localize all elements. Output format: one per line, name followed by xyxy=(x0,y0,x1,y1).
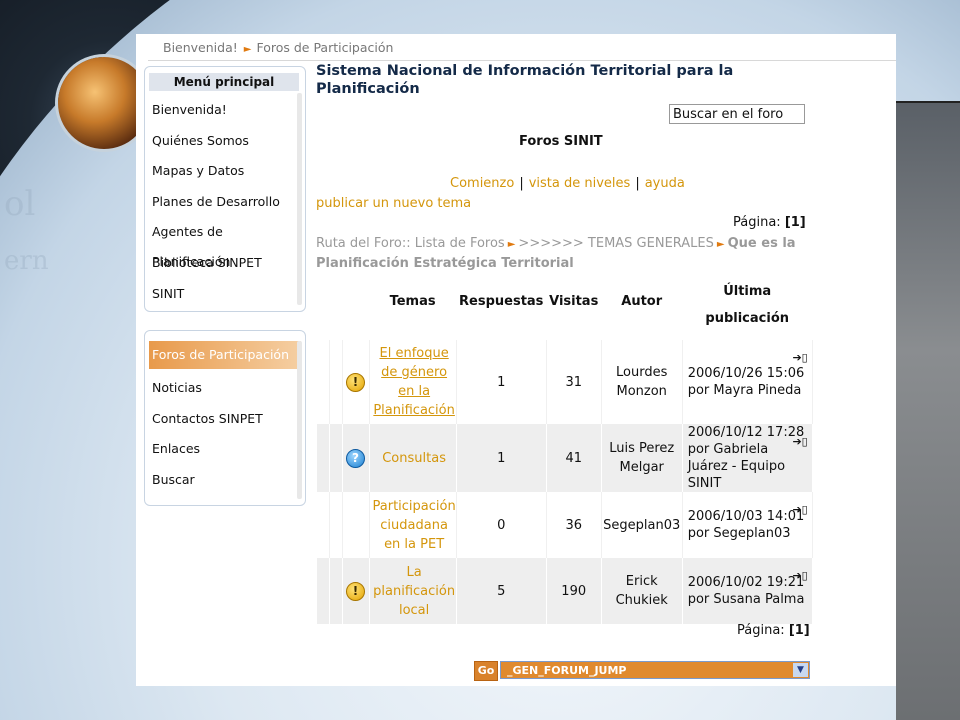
last-post-cell: 2006/10/26 15:06 por Mayra Pineda ➔▯ xyxy=(682,340,813,424)
header-topics: Temas xyxy=(389,293,436,309)
replies-count: 5 xyxy=(456,558,547,624)
pagination-bottom: Página: [1] xyxy=(737,623,810,638)
last-post-author: por Segeplan03 xyxy=(687,526,791,541)
secondary-menu: Foros de Participación Noticias Contacto… xyxy=(144,330,306,506)
replies-count: 0 xyxy=(456,492,547,558)
warning-icon: ! xyxy=(346,581,365,601)
forum-path-breadcrumb: Ruta del Foro:: Lista de Foros ► >>>>>> TE… xyxy=(316,234,816,273)
nav-separator: | xyxy=(635,176,640,191)
menu-item-planes-desarrollo[interactable]: Planes de Desarrollo xyxy=(145,187,305,218)
visits-count: 36 xyxy=(546,492,602,558)
main-menu: Menú principal Bienvenida! Quiénes Somos… xyxy=(144,66,306,312)
replies-count: 1 xyxy=(456,340,547,424)
background-decoration: ol xyxy=(4,184,36,224)
forum-jump-select[interactable]: _GEN_FORUM_JUMP ▼ xyxy=(500,661,810,679)
main-menu-title: Menú principal xyxy=(149,73,299,91)
breadcrumb: Bienvenida! ► Foros de Participación xyxy=(163,40,393,55)
chevron-down-icon[interactable]: ▼ xyxy=(793,663,808,677)
background-right-panel xyxy=(896,103,960,720)
header-replies: Respuestas xyxy=(459,293,544,309)
page-title: Sistema Nacional de Información Territor… xyxy=(316,63,734,97)
menu-item-biblioteca-sinpet[interactable]: Biblioteca SINPET xyxy=(145,248,305,279)
table-row: ? Consultas 1 41 Luis Perez Melgar 2006/… xyxy=(317,424,813,492)
main-menu-scrollbar[interactable] xyxy=(297,93,302,305)
last-post-cell: 2006/10/03 14:01 por Segeplan03 ➔▯ xyxy=(682,492,813,558)
table-row: ! El enfoque de género en la Planificaci… xyxy=(317,340,813,424)
last-post-date: 2006/10/26 15:06 xyxy=(687,366,805,381)
topic-link[interactable]: El enfoque de género en la Planificación xyxy=(369,340,457,424)
header-author: Autor xyxy=(621,293,663,309)
breadcrumb-home-link[interactable]: Bienvenida! xyxy=(163,40,238,55)
forum-path-prefix[interactable]: Ruta del Foro:: Lista de Foros xyxy=(316,236,505,251)
menu-item-buscar[interactable]: Buscar xyxy=(145,465,305,496)
menu-item-enlaces[interactable]: Enlaces xyxy=(145,434,305,465)
header-visits: Visitas xyxy=(549,293,599,309)
topics-table: Temas Respuestas Visitas Autor Última pu… xyxy=(317,270,813,624)
pagination-label: Página: xyxy=(733,215,781,230)
last-post-date: 2006/10/12 17:28 xyxy=(687,425,805,440)
new-topic-link[interactable]: publicar un nuevo tema xyxy=(316,196,471,211)
last-post-cell: 2006/10/12 17:28 por Gabriela Juárez - E… xyxy=(682,424,813,492)
topic-link[interactable]: Consultas xyxy=(369,424,457,492)
pagination-label: Página: xyxy=(737,623,785,638)
menu-item-mapas-datos[interactable]: Mapas y Datos xyxy=(145,156,305,187)
start-link[interactable]: Comienzo xyxy=(450,176,514,191)
background-decoration: ern xyxy=(4,246,49,276)
last-post-cell: 2006/10/02 19:21 por Susana Palma ➔▯ xyxy=(682,558,813,624)
menu-item-quienes-somos[interactable]: Quiénes Somos xyxy=(145,126,305,157)
menu-item-noticias[interactable]: Noticias xyxy=(145,373,305,404)
help-link[interactable]: ayuda xyxy=(645,176,685,191)
last-post-date: 2006/10/03 14:01 xyxy=(687,509,805,524)
go-to-post-icon[interactable]: ➔▯ xyxy=(792,349,807,366)
go-to-post-icon[interactable]: ➔▯ xyxy=(792,501,807,518)
author-name: Lourdes Monzon xyxy=(601,340,683,424)
table-row: Participación ciudadana en la PET 0 36 S… xyxy=(317,492,813,558)
menu-item-contactos-sinpet[interactable]: Contactos SINPET xyxy=(145,404,305,435)
path-arrow-icon: ► xyxy=(507,239,516,250)
menu-item-foros-participacion[interactable]: Foros de Participación xyxy=(149,341,301,369)
visits-count: 41 xyxy=(546,424,602,492)
content-panel: Bienvenida! ► Foros de Participación Menú … xyxy=(136,34,896,686)
levels-view-link[interactable]: vista de niveles xyxy=(529,176,631,191)
topic-link[interactable]: Participación ciudadana en la PET xyxy=(369,492,457,558)
menu-item-agentes-planificacion[interactable]: Agentes de Planificación xyxy=(145,217,305,269)
table-header-row: Temas Respuestas Visitas Autor Última pu… xyxy=(317,270,812,332)
author-name: Luis Perez Melgar xyxy=(601,424,683,492)
pagination-page-link[interactable]: [1] xyxy=(785,215,806,230)
breadcrumb-arrow-icon: ► xyxy=(243,44,252,55)
topic-link[interactable]: La planificación local xyxy=(369,558,457,624)
forum-path-mid[interactable]: >>>>>> TEMAS GENERALES xyxy=(518,236,713,251)
menu-item-bienvenida[interactable]: Bienvenida! xyxy=(145,95,305,126)
forum-nav-links: Comienzo | vista de niveles | ayuda xyxy=(450,176,685,191)
pagination-page-link[interactable]: [1] xyxy=(789,623,810,638)
last-post-author: por Mayra Pineda xyxy=(687,383,802,398)
go-to-post-icon[interactable]: ➔▯ xyxy=(792,567,807,584)
forum-heading: Foros SINIT xyxy=(519,134,603,149)
search-input[interactable] xyxy=(669,104,805,124)
pagination-top: Página: [1] xyxy=(733,215,806,230)
author-name: Segeplan03 xyxy=(601,492,683,558)
last-post-date: 2006/10/02 19:21 xyxy=(687,575,805,590)
visits-count: 190 xyxy=(546,558,602,624)
author-name: Erick Chukiek xyxy=(601,558,683,624)
last-post-author: por Gabriela Juárez - Equipo SINIT xyxy=(687,442,786,491)
help-icon: ? xyxy=(346,448,365,468)
table-row: ! La planificación local 5 190 Erick Chu… xyxy=(317,558,813,624)
forum-jump-selected: _GEN_FORUM_JUMP xyxy=(507,664,627,677)
header-last-post: Última publicación xyxy=(705,284,790,326)
replies-count: 1 xyxy=(456,424,547,492)
secondary-menu-scrollbar[interactable] xyxy=(297,341,302,499)
go-to-post-icon[interactable]: ➔▯ xyxy=(792,433,807,450)
path-arrow-icon: ► xyxy=(716,239,725,250)
top-divider xyxy=(148,60,896,61)
warning-icon: ! xyxy=(346,372,365,392)
nav-separator: | xyxy=(519,176,524,191)
visits-count: 31 xyxy=(546,340,602,424)
last-post-author: por Susana Palma xyxy=(687,592,805,607)
forum-jump-go-button[interactable]: Go xyxy=(474,661,498,681)
breadcrumb-current-link[interactable]: Foros de Participación xyxy=(256,40,393,55)
menu-item-sinit[interactable]: SINIT xyxy=(145,279,305,310)
